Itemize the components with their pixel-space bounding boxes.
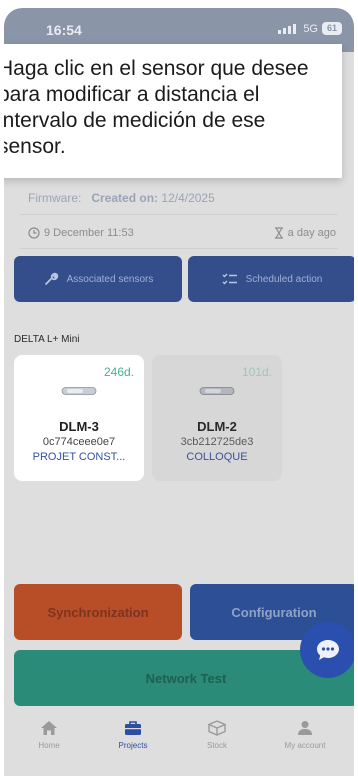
created-label: Created on: [91,191,159,205]
synchronization-button[interactable]: Synchronization [14,584,182,640]
chat-icon [317,640,339,660]
wrench-icon [44,272,58,285]
nav-home[interactable]: Home [14,720,84,750]
network-type: 5G [303,23,318,35]
box-icon [207,720,227,737]
sensor-device-icon [199,387,235,395]
nav-home-label: Home [38,741,60,750]
scheduled-action-label: Scheduled action [245,273,323,285]
tooltip-text: Haga clic en el sensor que desee para mo… [4,57,309,158]
divider [20,248,338,249]
sensor-id: 0c774ceee0e7 [42,436,116,448]
sensor-project: COLLOQUE [186,451,248,463]
app-screen: 16:54 5G 61 Haga clic en el sensor que d… [4,8,354,776]
nav-my-account[interactable]: My account [270,720,340,750]
status-time: 16:54 [46,22,82,38]
time-ago: a day ago [287,227,336,239]
sensor-name: DLM-3 [59,419,99,434]
sensor-project: PROJET CONST... [32,451,126,463]
scheduled-action-button[interactable]: Scheduled action [188,256,354,302]
firmware-label: Firmware: [28,191,82,205]
divider [20,214,338,215]
sensor-device-icon [61,387,97,395]
signal-icon [278,24,296,34]
sensor-name: DLM-2 [197,419,237,434]
sensor-group-label: DELTA L+ Mini [14,334,80,345]
user-icon [298,721,312,735]
nav-my-account-label: My account [284,741,326,750]
associated-sensors-label: Associated sensors [66,273,154,285]
battery-icon: 61 [322,22,342,35]
checklist-icon [222,273,237,285]
sensor-card-dlm-3[interactable]: 246d. DLM-3 0c774ceee0e7 PROJET CONST... [14,355,144,481]
hourglass-icon [274,227,283,239]
nav-stock-label: Stock [206,741,227,750]
home-icon [41,721,57,735]
nav-projects-label: Projects [118,741,148,750]
associated-sensors-button[interactable]: Associated sensors [14,256,182,302]
sensor-days: 246d. [103,365,134,379]
sensor-id: 3cb212725de3 [180,436,254,448]
sensor-days: 101d. [241,365,272,379]
clock-icon [28,227,40,239]
onboarding-tooltip: Haga clic en el sensor que desee para mo… [4,44,342,178]
firmware-row: Firmware: Created on: 12/4/2025 [28,191,215,205]
nav-projects[interactable]: Projects [98,720,168,750]
date-row: 9 December 11:53 a day ago [16,222,346,246]
last-date: 9 December 11:53 [44,227,134,239]
sensor-card-dlm-2[interactable]: 101d. DLM-2 3cb212725de3 COLLOQUE [152,355,282,481]
briefcase-icon [125,721,141,735]
chat-button[interactable] [300,622,354,678]
bottom-navigation: Home Projects Stock My account [4,708,354,768]
created-value: 12/4/2025 [161,191,215,205]
nav-stock[interactable]: Stock [182,720,252,750]
